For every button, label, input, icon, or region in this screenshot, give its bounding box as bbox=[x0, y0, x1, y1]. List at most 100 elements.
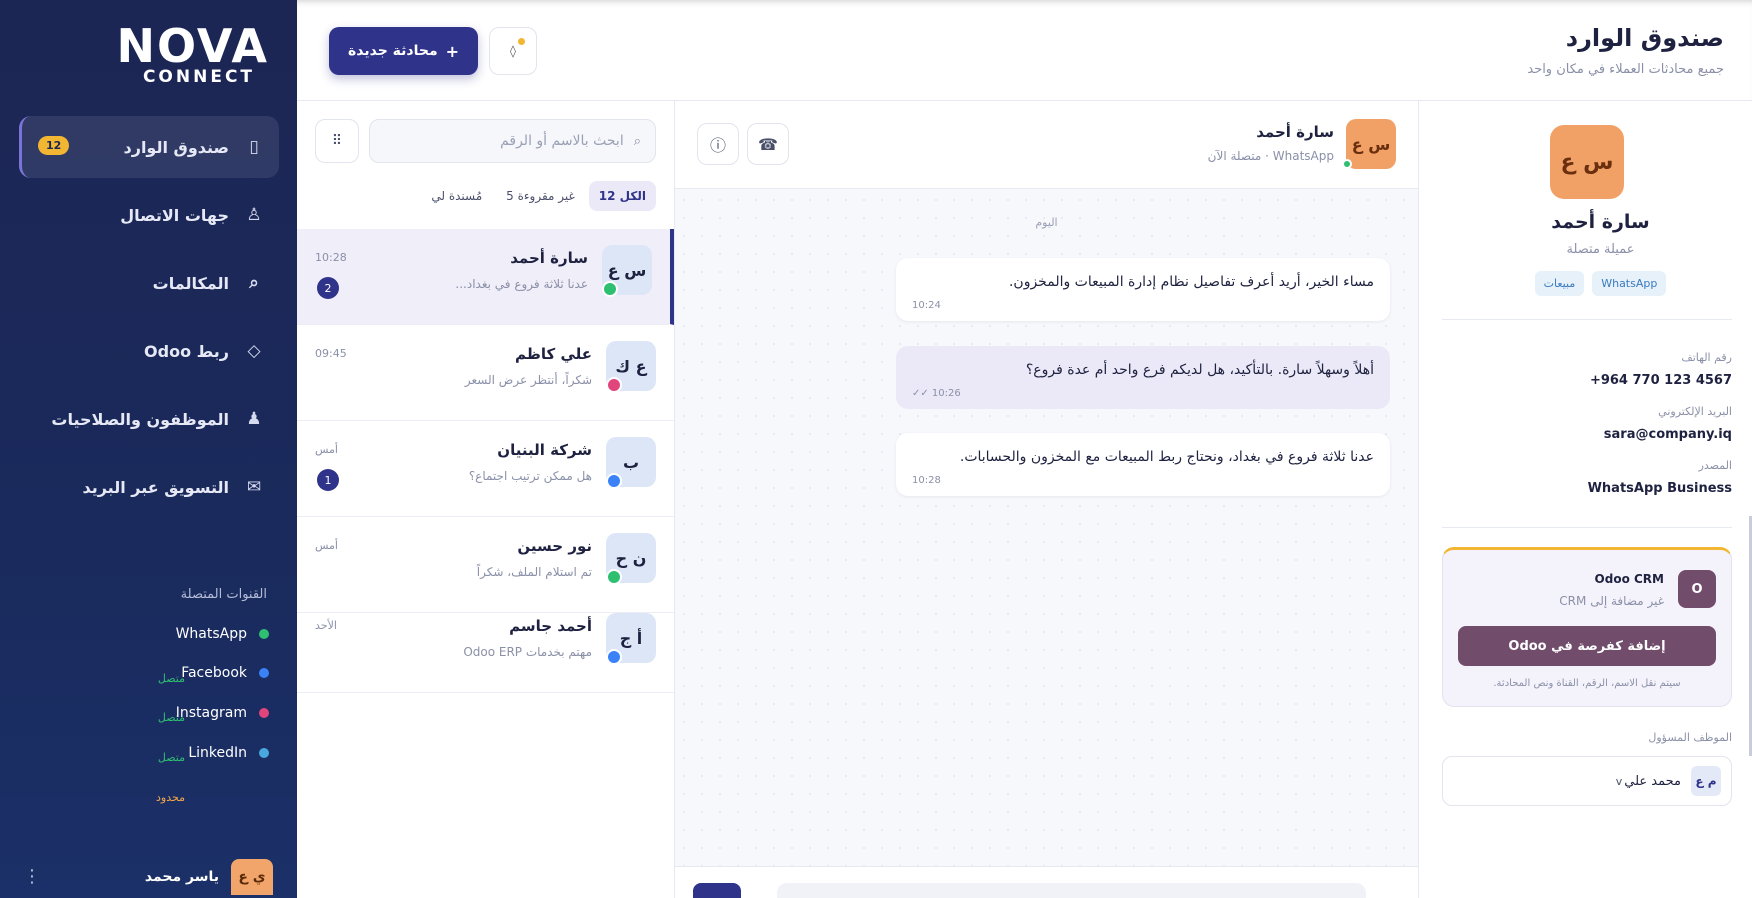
nav-item-label: صندوق الوارد bbox=[123, 137, 229, 157]
nav-item-calls[interactable]: ⌕ المكالمات bbox=[19, 252, 279, 314]
search-input[interactable]: ⌕ ابحث بالاسم أو الرقم bbox=[369, 119, 656, 163]
channel-whatsapp[interactable]: WhatsApp متصل bbox=[24, 624, 269, 685]
conversation-preview: تم استلام الملف، شكراً bbox=[476, 565, 592, 579]
tag-sales[interactable]: مبيعات bbox=[1534, 271, 1585, 296]
main-nav: ▯ صندوق الوارد 12 ♙ جهات الاتصال ⌕ المكا… bbox=[19, 116, 279, 524]
channel-dot bbox=[259, 668, 269, 678]
conversation-name: أحمد جاسم bbox=[509, 617, 592, 635]
assignee-label: الموظف المسؤول bbox=[1648, 731, 1732, 744]
contact-details-panel: س ع سارة أحمد عميلة متصلة WhatsApp مبيعا… bbox=[1418, 101, 1752, 898]
nova-connect-logo[interactable]: NOVA CONNECT bbox=[116, 19, 269, 87]
channel-facebook[interactable]: Facebook متصل bbox=[24, 663, 269, 724]
online-indicator bbox=[1342, 159, 1352, 169]
message-outgoing: أهلاً وسهلاً سارة. بالتأكيد، هل لديكم فر… bbox=[896, 346, 1390, 409]
message-input[interactable] bbox=[777, 883, 1366, 898]
nav-item-email-marketing[interactable]: ✉ التسويق عبر البريد bbox=[19, 456, 279, 518]
tab-all[interactable]: الكل 12 bbox=[588, 181, 656, 211]
message-incoming: عدنا ثلاثة فروع في بغداد، ونحتاج ربط الم… bbox=[896, 433, 1390, 496]
chat-contact-name: سارة أحمد bbox=[1256, 123, 1334, 141]
email-value[interactable]: sara@company.iq bbox=[1604, 427, 1732, 442]
new-chat-button[interactable]: + محادثة جديدة bbox=[329, 27, 478, 75]
logo-word: NOVA bbox=[116, 19, 269, 73]
mail-icon: ✉ bbox=[246, 477, 262, 497]
channel-name: LinkedIn bbox=[188, 745, 247, 761]
channel-dot bbox=[259, 748, 269, 758]
phone-value[interactable]: +964 770 123 4567 bbox=[1590, 373, 1732, 388]
nav-item-contacts[interactable]: ♙ جهات الاتصال bbox=[19, 184, 279, 246]
source-value: WhatsApp Business bbox=[1587, 481, 1732, 496]
message-text: مساء الخير، أريد أعرف تفاصيل نظام إدارة … bbox=[1008, 274, 1374, 290]
conversation-name: علي كاظم bbox=[514, 345, 592, 363]
phone-icon: ☎ bbox=[758, 134, 778, 154]
tab-unread[interactable]: غير مقروءة 5 bbox=[496, 181, 585, 211]
call-button[interactable]: ☎ bbox=[747, 123, 789, 165]
phone-label: رقم الهاتف bbox=[1681, 351, 1732, 364]
current-user[interactable]: ي ع ياسر محمد ⋮ bbox=[23, 856, 273, 898]
nav-item-staff[interactable]: ♟ الموظفون والصلاحيات bbox=[19, 388, 279, 450]
nav-item-label: جهات الاتصال bbox=[120, 205, 229, 225]
add-to-odoo-button[interactable]: إضافة كفرصة في Odoo bbox=[1458, 626, 1716, 666]
unread-badge: 2 bbox=[317, 277, 339, 299]
assignee-select[interactable]: م ع محمد علي v bbox=[1442, 756, 1732, 806]
list-item[interactable]: ب شركة البنيان هل ممكن ترتيب اجتماع؟ أمس… bbox=[297, 421, 674, 517]
sidebar: NOVA CONNECT ▯ صندوق الوارد 12 ♙ جهات ال… bbox=[0, 0, 297, 898]
nav-item-odoo[interactable]: ◇ ربط Odoo bbox=[19, 320, 279, 382]
list-item[interactable]: س ع سارة أحمد عدنا ثلاثة فروع في بغداد..… bbox=[297, 229, 674, 325]
notifications-button[interactable]: ◊ bbox=[489, 27, 537, 75]
logo-subword: CONNECT bbox=[142, 67, 256, 87]
nav-item-inbox[interactable]: ▯ صندوق الوارد 12 bbox=[19, 116, 279, 178]
channel-indicator bbox=[606, 473, 622, 489]
channel-name: Facebook bbox=[181, 665, 247, 681]
channel-linkedin[interactable]: LinkedIn محدود bbox=[24, 743, 269, 804]
grid-icon: ⠿ bbox=[331, 133, 343, 149]
nav-item-label: التسويق عبر البريد bbox=[82, 477, 229, 497]
notification-dot bbox=[518, 38, 525, 45]
avatar: س ع bbox=[1346, 119, 1396, 169]
avatar: ي ع bbox=[231, 859, 273, 895]
inbox-icon: ▯ bbox=[249, 137, 259, 157]
crm-status: غير مضافة إلى CRM bbox=[1559, 594, 1664, 608]
search-placeholder: ابحث بالاسم أو الرقم bbox=[500, 133, 624, 149]
message-text: أهلاً وسهلاً سارة. بالتأكيد، هل لديكم فر… bbox=[1025, 362, 1374, 378]
chat-panel: س ع سارة أحمد WhatsApp · متصلة الآن ☎ ⓘ … bbox=[674, 101, 1418, 898]
channel-instagram[interactable]: Instagram متصل bbox=[24, 703, 269, 764]
channel-indicator bbox=[606, 569, 622, 585]
conversation-preview: شكراً، أنتظر عرض السعر bbox=[464, 373, 592, 387]
conversation-list: ⌕ ابحث بالاسم أو الرقم ⠿ الكل 12 غير مقر… bbox=[297, 101, 674, 898]
message-time: 10:28 bbox=[912, 475, 941, 486]
channel-dot bbox=[259, 708, 269, 718]
conversation-name: شركة البنيان bbox=[497, 441, 592, 459]
conversation-time: الأحد bbox=[315, 619, 337, 632]
divider bbox=[1442, 527, 1732, 528]
email-label: البريد الإلكتروني bbox=[1658, 405, 1732, 418]
filter-grid-button[interactable]: ⠿ bbox=[315, 119, 359, 163]
conversation-name: نور حسين bbox=[517, 537, 592, 555]
crm-title: Odoo CRM bbox=[1594, 572, 1664, 586]
conversation-preview: عدنا ثلاثة فروع في بغداد... bbox=[455, 277, 588, 291]
avatar: م ع bbox=[1691, 766, 1721, 796]
conversation-time: أمس bbox=[315, 539, 338, 552]
chat-contact-status: WhatsApp · متصلة الآن bbox=[1207, 149, 1334, 163]
new-chat-label: محادثة جديدة bbox=[348, 43, 438, 59]
conversation-name: سارة أحمد bbox=[510, 249, 588, 267]
chevron-down-icon: v bbox=[1615, 774, 1623, 788]
conversation-preview: هل ممكن ترتيب اجتماع؟ bbox=[468, 469, 592, 483]
list-item[interactable]: ع ك علي كاظم شكراً، أنتظر عرض السعر 09:4… bbox=[297, 325, 674, 421]
more-vertical-icon[interactable]: ⋮ bbox=[23, 866, 41, 887]
tag-whatsapp[interactable]: WhatsApp bbox=[1592, 271, 1667, 296]
search-icon: ⌕ bbox=[633, 133, 641, 149]
channel-status: محدود bbox=[156, 791, 185, 804]
tab-assigned[interactable]: مُسندة لي bbox=[421, 181, 492, 211]
inbox-count-badge: 12 bbox=[38, 136, 70, 155]
send-button[interactable] bbox=[693, 883, 741, 898]
plus-icon: + bbox=[445, 41, 460, 61]
source-label: المصدر bbox=[1698, 459, 1732, 472]
page-title: صندوق الوارد bbox=[1565, 24, 1724, 52]
assignee-name: محمد علي bbox=[1624, 773, 1681, 789]
info-button[interactable]: ⓘ bbox=[697, 123, 739, 165]
contacts-icon: ♙ bbox=[246, 205, 262, 225]
list-item[interactable]: أ ج أحمد جاسم مهتم بخدمات Odoo ERP الأحد bbox=[297, 597, 674, 693]
calls-icon: ⌕ bbox=[249, 273, 259, 293]
page-header: صندوق الوارد جميع محادثات العملاء في مكا… bbox=[297, 0, 1752, 101]
nav-item-label: المكالمات bbox=[152, 273, 229, 293]
